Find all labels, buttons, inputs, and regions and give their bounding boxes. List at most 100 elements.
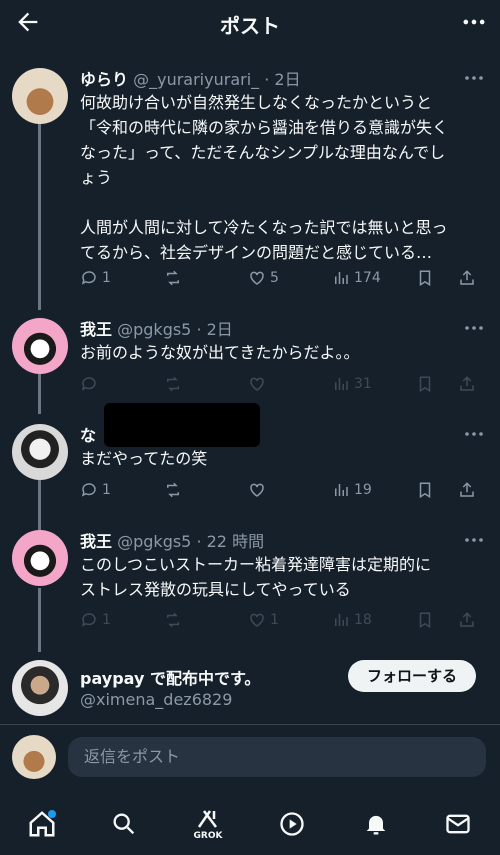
notification-dot [48, 810, 56, 818]
post-time: · 22 時間 [196, 532, 265, 551]
share-icon [460, 482, 474, 497]
heart-icon [250, 613, 264, 627]
promo-handle[interactable]: @ximena_dez6829 [80, 690, 232, 709]
more-horizontal-icon [465, 538, 483, 542]
reply-button[interactable]: 1 [80, 481, 164, 499]
author-name[interactable]: ゆらり [80, 70, 128, 89]
avatar[interactable] [12, 318, 68, 374]
post-time: · 2日 [264, 70, 301, 89]
share-icon [460, 612, 474, 627]
views-button[interactable]: 19 [332, 481, 416, 499]
more-options-button[interactable] [460, 8, 488, 36]
post-more-button[interactable] [462, 530, 486, 550]
bookmark-button[interactable] [416, 481, 458, 499]
share-button[interactable] [458, 611, 476, 629]
promo-name[interactable]: paypay で配布中です。 [80, 665, 260, 689]
reply-input[interactable]: 返信をポスト [68, 737, 486, 777]
author-handle[interactable]: @pgkgs5 [117, 320, 191, 339]
reply-icon [81, 377, 96, 391]
views-icon [335, 484, 348, 496]
grok-icon [197, 810, 217, 828]
reply-icon [81, 271, 96, 285]
post-header: ゆらり @_yurariyurari_ · 2日 [80, 66, 301, 90]
reply-button[interactable]: 1 [80, 611, 164, 629]
views-button[interactable]: 18 [332, 611, 416, 629]
post-more-button[interactable] [462, 424, 486, 444]
avatar[interactable] [12, 660, 68, 716]
page-title: ポスト [220, 14, 280, 38]
bookmark-icon [419, 482, 431, 499]
views-button[interactable]: 31 [332, 375, 416, 393]
reply-icon [81, 613, 96, 627]
more-horizontal-icon [465, 326, 483, 330]
post-actions: 31 [80, 372, 490, 396]
grok-label: GROK [193, 831, 223, 841]
post-actions: 1 1 18 [80, 608, 490, 632]
author-name[interactable]: 我王 [80, 532, 112, 551]
views-icon [335, 272, 348, 284]
repost-icon [167, 612, 179, 628]
author-name[interactable]: な [80, 426, 96, 445]
post-header: 我王 @pgkgs5 · 2日 [80, 316, 233, 340]
post-actions: 1 5 174 [80, 266, 490, 290]
bookmark-button[interactable] [416, 375, 458, 393]
bottom-nav: GROK [0, 794, 500, 855]
post-actions: 1 19 [80, 478, 490, 502]
repost-button[interactable] [164, 375, 248, 393]
repost-button[interactable] [164, 269, 248, 287]
avatar[interactable] [12, 424, 68, 480]
play-circle-icon [280, 812, 304, 836]
bookmark-button[interactable] [416, 611, 458, 629]
reply-button[interactable] [80, 375, 164, 393]
avatar[interactable] [12, 530, 68, 586]
share-icon [460, 270, 474, 285]
search-icon [113, 813, 135, 835]
reply-button[interactable]: 1 [80, 269, 164, 287]
author-handle[interactable]: @pgkgs5 [117, 532, 191, 551]
post-text: 何故助け合いが自然発生しなくなったかというと 「令和の時代に隣の家から醤油を借りる… [80, 93, 449, 262]
heart-icon [250, 483, 264, 497]
avatar[interactable] [12, 68, 68, 124]
like-button[interactable]: 1 [248, 611, 332, 629]
repost-icon [167, 270, 179, 286]
top-bar: ポスト [0, 0, 500, 44]
bookmark-button[interactable] [416, 269, 458, 287]
nav-messages[interactable] [438, 804, 478, 844]
like-button[interactable] [248, 375, 332, 393]
nav-notifications[interactable] [356, 804, 396, 844]
post-time: · 2日 [196, 320, 233, 339]
repost-button[interactable] [164, 611, 248, 629]
post-text: お前のような奴が出てきたからだよ。。 [80, 343, 360, 362]
author-name[interactable]: 我王 [80, 320, 112, 339]
share-button[interactable] [458, 481, 476, 499]
post-more-button[interactable] [462, 318, 486, 338]
follow-button[interactable]: フォローする [348, 660, 476, 692]
more-horizontal-icon [465, 432, 483, 436]
thread-line [38, 588, 41, 652]
heart-icon [250, 271, 264, 285]
views-button[interactable]: 174 [332, 269, 416, 287]
bookmark-icon [419, 612, 431, 629]
share-button[interactable] [458, 269, 476, 287]
post-header: な [80, 422, 96, 446]
bookmark-icon [419, 376, 431, 393]
views-icon [335, 378, 348, 390]
post-header: 我王 @pgkgs5 · 22 時間 [80, 528, 264, 552]
repost-icon [167, 482, 179, 498]
share-button[interactable] [458, 375, 476, 393]
thread-line [38, 122, 41, 310]
author-handle[interactable]: @_yurariyurari_ [133, 70, 259, 89]
post-more-button[interactable] [462, 68, 486, 88]
nav-home[interactable] [22, 804, 62, 844]
thread-line [38, 480, 41, 530]
nav-grok[interactable]: GROK [188, 804, 228, 844]
repost-button[interactable] [164, 481, 248, 499]
nav-video[interactable] [272, 804, 312, 844]
bell-icon [366, 815, 386, 835]
bookmark-icon [419, 270, 431, 287]
nav-search[interactable] [104, 804, 144, 844]
like-button[interactable]: 5 [248, 269, 332, 287]
views-icon [335, 614, 348, 626]
like-button[interactable] [248, 481, 332, 499]
redaction-block [104, 403, 260, 447]
